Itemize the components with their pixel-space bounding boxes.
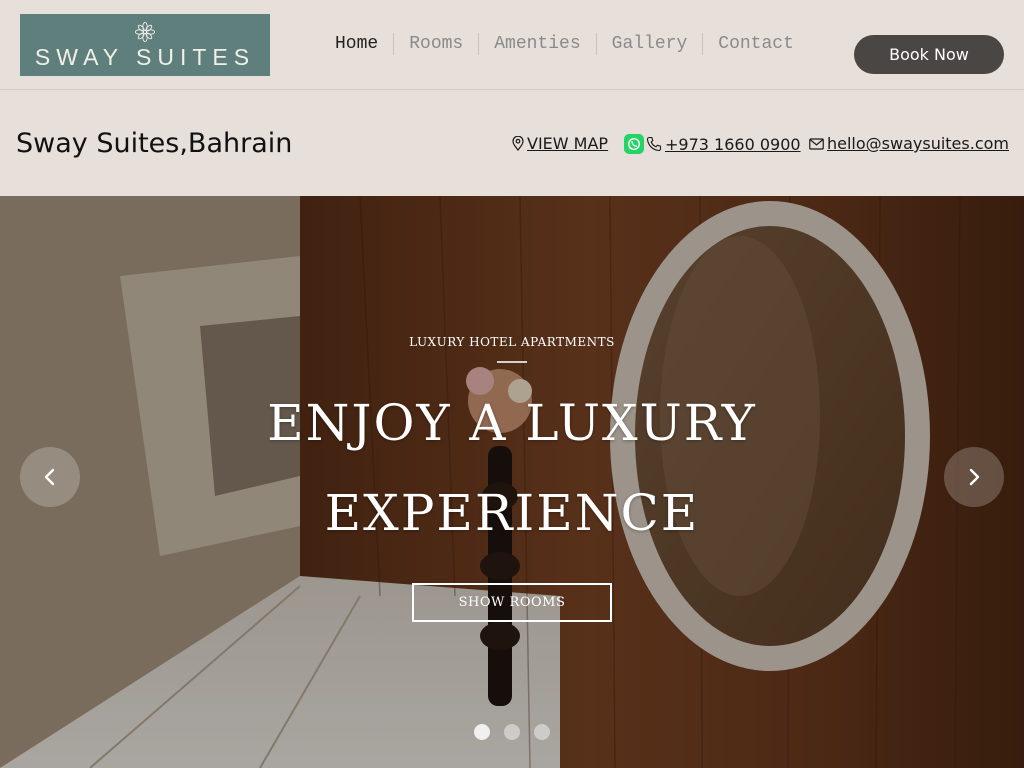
logo[interactable]: SWAY SUITES (20, 14, 270, 76)
slider-dot[interactable] (474, 724, 490, 740)
email-link-group: hello@swaysuites.com (809, 134, 1009, 153)
slider-dot[interactable] (504, 724, 520, 740)
hero-slider: LUXURY HOTEL APARTMENTS ENJOY A LUXURY E… (0, 196, 1024, 768)
map-pin-icon (512, 136, 524, 151)
phone-link-group: +973 1660 0900 (624, 134, 801, 154)
logo-text: SWAY SUITES (34, 44, 256, 70)
nav-item-gallery[interactable]: Gallery (595, 33, 703, 55)
hero-headline-line1: ENJOY A LUXURY (267, 394, 757, 452)
nav-item-amenities[interactable]: Amenties (478, 33, 595, 55)
nav-item-rooms[interactable]: Rooms (393, 33, 478, 55)
slider-next-button[interactable] (944, 447, 1004, 507)
hero-divider (497, 361, 527, 363)
phone-icon (646, 136, 662, 152)
nav-item-contact[interactable]: Contact (702, 33, 809, 55)
hero-overlay (0, 196, 1024, 768)
view-map-link[interactable]: VIEW MAP (527, 134, 608, 153)
slider-dot[interactable] (534, 724, 550, 740)
view-map-link-group: VIEW MAP (512, 134, 608, 153)
info-bar: Sway Suites,Bahrain VIEW MAP +973 1660 0… (0, 91, 1024, 196)
site-title: Sway Suites,Bahrain (16, 128, 293, 159)
mail-icon (809, 137, 824, 150)
book-now-button[interactable]: Book Now (854, 35, 1004, 74)
whatsapp-icon[interactable] (624, 134, 644, 154)
top-header: SWAY SUITES Home Rooms Amenties Gallery … (0, 0, 1024, 90)
main-nav: Home Rooms Amenties Gallery Contact (320, 33, 809, 55)
hero-eyebrow: LUXURY HOTEL APARTMENTS (409, 335, 615, 349)
hero-headline-line2: EXPERIENCE (324, 484, 700, 542)
email-link[interactable]: hello@swaysuites.com (827, 134, 1009, 153)
slider-prev-button[interactable] (20, 447, 80, 507)
nav-item-home[interactable]: Home (320, 33, 393, 55)
phone-link[interactable]: +973 1660 0900 (665, 135, 801, 154)
show-rooms-button[interactable]: SHOW ROOMS (412, 583, 612, 622)
chevron-right-icon (969, 468, 980, 486)
slider-dots (474, 724, 550, 740)
flower-icon (134, 21, 156, 43)
chevron-left-icon (44, 468, 55, 486)
